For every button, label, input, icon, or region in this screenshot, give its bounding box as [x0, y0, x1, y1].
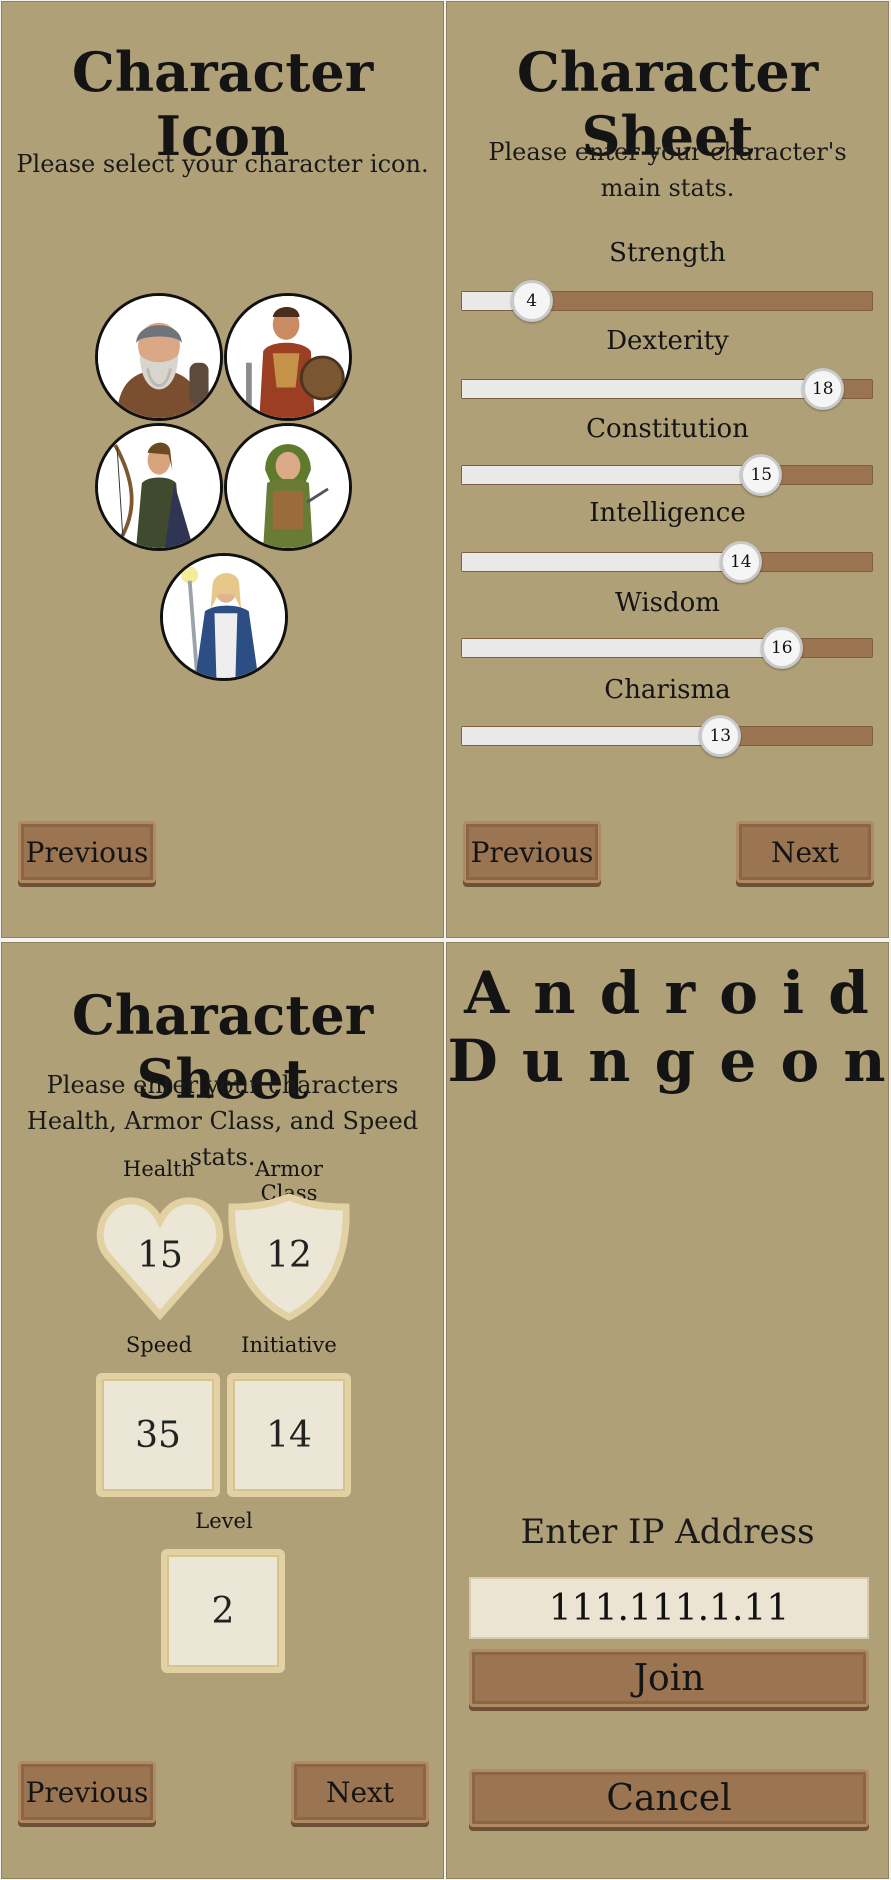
ip-address-input[interactable]: 111.111.1.11: [469, 1577, 869, 1639]
robed-wizard-icon: [163, 556, 285, 678]
previous-button[interactable]: Previous: [18, 1761, 156, 1823]
human-fighter-icon: [227, 296, 349, 418]
slider-fill: [462, 553, 741, 571]
slider-fill: [462, 380, 823, 398]
stat-label-intelligence: Intelligence: [589, 498, 746, 528]
slider-thumb-strength[interactable]: 4: [510, 280, 553, 322]
stat-slider-charisma[interactable]: 13: [461, 715, 873, 757]
health-label: Health: [123, 1157, 195, 1181]
join-button[interactable]: Join: [469, 1649, 869, 1707]
stat-label-strength: Strength: [609, 238, 726, 268]
stat-label-dexterity: Dexterity: [606, 326, 729, 356]
slider-fill: [462, 466, 762, 484]
stat-slider-dexterity[interactable]: 18: [461, 368, 873, 410]
cancel-button[interactable]: Cancel: [469, 1769, 869, 1827]
speed-label: Speed: [125, 1333, 193, 1357]
join-screen: A n d r o i d D u n g e o n Enter IP Add…: [446, 942, 889, 1879]
app-title-line1: A n d r o i d: [464, 959, 871, 1027]
page-subtitle: Please enter your character's main stats…: [488, 138, 847, 202]
slider-fill: [462, 639, 782, 657]
stat-slider-wisdom[interactable]: 16: [461, 627, 873, 669]
stat-label-wisdom: Wisdom: [615, 588, 720, 618]
level-field[interactable]: 2: [161, 1549, 285, 1673]
character-icon-screen: Character Icon Please select your charac…: [1, 1, 444, 938]
stat-slider-strength[interactable]: 4: [461, 280, 873, 322]
slider-fill: [462, 727, 721, 745]
dwarf-warrior-icon: [98, 296, 220, 418]
armor-class-value: 12: [266, 1235, 312, 1276]
stat-slider-constitution[interactable]: 15: [461, 454, 873, 496]
app-title-line2: D u n g e o n: [447, 1027, 888, 1095]
portrait-dwarf-warrior[interactable]: [95, 293, 223, 421]
next-button[interactable]: Next: [291, 1761, 429, 1823]
speed-field[interactable]: 35: [96, 1373, 220, 1497]
hooded-rogue-icon: [227, 426, 349, 548]
health-field[interactable]: 15: [95, 1193, 225, 1323]
portrait-elf-archer[interactable]: [95, 423, 223, 551]
stat-label-constitution: Constitution: [586, 414, 749, 444]
health-value: 15: [137, 1235, 183, 1276]
portrait-robed-wizard[interactable]: [160, 553, 288, 681]
slider-thumb-constitution[interactable]: 15: [740, 454, 783, 496]
combat-stats-screen: Character Sheet Please enter your charac…: [1, 942, 444, 1879]
ip-address-label: Enter IP Address: [520, 1512, 815, 1552]
stat-slider-intelligence[interactable]: 14: [461, 541, 873, 583]
slider-thumb-dexterity[interactable]: 18: [801, 368, 844, 410]
level-label: Level: [195, 1509, 253, 1533]
previous-button[interactable]: Previous: [18, 821, 156, 883]
slider-thumb-charisma[interactable]: 13: [699, 715, 742, 757]
elf-archer-icon: [98, 426, 220, 548]
next-button[interactable]: Next: [736, 821, 874, 883]
stat-label-charisma: Charisma: [604, 675, 731, 705]
portrait-human-fighter[interactable]: [224, 293, 352, 421]
page-subtitle: Please select your character icon.: [16, 150, 429, 178]
slider-thumb-intelligence[interactable]: 14: [719, 541, 762, 583]
previous-button[interactable]: Previous: [463, 821, 601, 883]
armor-class-field[interactable]: 12: [224, 1193, 354, 1323]
slider-thumb-wisdom[interactable]: 16: [760, 627, 803, 669]
main-stats-screen: Character Sheet Please enter your charac…: [446, 1, 889, 938]
initiative-field[interactable]: 14: [227, 1373, 351, 1497]
initiative-label: Initiative: [241, 1333, 337, 1357]
portrait-hooded-rogue[interactable]: [224, 423, 352, 551]
